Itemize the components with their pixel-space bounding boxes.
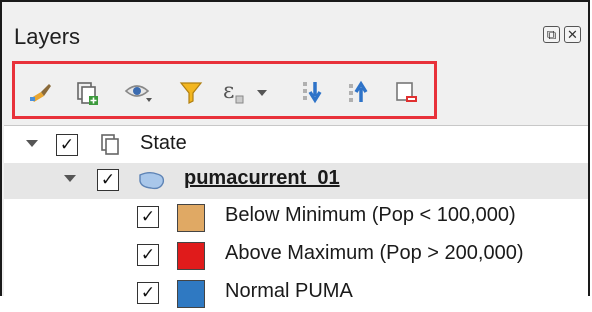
- legend-item-checkbox[interactable]: ✓: [137, 282, 159, 304]
- float-panel-button[interactable]: ⧉: [543, 26, 560, 43]
- layer-label: pumacurrent_01: [184, 167, 340, 189]
- expand-all-icon: [303, 82, 322, 104]
- legend-item-label: Normal PUMA: [225, 280, 353, 302]
- check-icon: ✓: [140, 245, 156, 264]
- style-manager-button[interactable]: [25, 76, 57, 108]
- add-group-button[interactable]: [71, 76, 103, 108]
- collapse-arrow-icon[interactable]: [26, 140, 38, 147]
- filter-expression-button[interactable]: ε: [219, 76, 279, 108]
- legend-item-checkbox[interactable]: ✓: [137, 206, 159, 228]
- layer-row[interactable]: ✓ pumacurrent_01: [4, 163, 588, 199]
- style-manager-icon: [30, 84, 51, 102]
- legend-item[interactable]: ✓ Normal PUMA: [4, 276, 588, 312]
- filter-expression-icon-text: ε: [223, 79, 234, 104]
- legend-item-label: Above Maximum (Pop > 200,000): [225, 242, 524, 264]
- legend-swatch: [177, 242, 205, 270]
- legend-item[interactable]: ✓ Above Maximum (Pop > 200,000): [4, 238, 588, 274]
- group-icon: [101, 134, 119, 155]
- close-panel-button[interactable]: ✕: [564, 26, 581, 43]
- legend-swatch: [177, 204, 205, 232]
- group-label: State: [140, 132, 187, 154]
- check-icon: ✓: [140, 207, 156, 226]
- layer-visibility-checkbox[interactable]: ✓: [97, 169, 119, 191]
- polygon-layer-icon: [139, 172, 165, 190]
- legend-item[interactable]: ✓ Below Minimum (Pop < 100,000): [4, 200, 588, 236]
- layers-panel: Layers ⧉ ✕ ε ✓ State ✓ pumacurrent_01 ✓ …: [0, 0, 590, 308]
- add-group-icon: [77, 82, 98, 105]
- panel-title: Layers: [14, 24, 81, 49]
- layer-tree: ✓ State ✓ pumacurrent_01 ✓ Below Minimum…: [4, 125, 588, 308]
- close-icon: ✕: [567, 26, 578, 42]
- collapse-arrow-icon[interactable]: [64, 175, 76, 182]
- filter-expression-icon: ε: [223, 79, 267, 104]
- legend-item-label: Below Minimum (Pop < 100,000): [225, 204, 516, 226]
- manage-visibility-button[interactable]: [123, 76, 155, 108]
- layer-group-row[interactable]: ✓ State: [4, 128, 588, 164]
- float-icon: ⧉: [546, 26, 557, 42]
- remove-layer-icon: [396, 82, 417, 102]
- check-icon: ✓: [140, 283, 156, 302]
- check-icon: ✓: [59, 135, 75, 154]
- remove-layer-button[interactable]: [390, 76, 422, 108]
- legend-swatch: [177, 280, 205, 308]
- collapse-all-icon: [349, 80, 368, 102]
- expand-all-button[interactable]: [297, 76, 329, 108]
- collapse-all-button[interactable]: [343, 76, 375, 108]
- manage-visibility-icon: [124, 85, 152, 102]
- filter-legend-icon: [179, 82, 203, 104]
- layers-toolbar: ε: [12, 61, 437, 119]
- legend-item-checkbox[interactable]: ✓: [137, 244, 159, 266]
- filter-legend-button[interactable]: [175, 76, 207, 108]
- check-icon: ✓: [100, 170, 116, 189]
- group-visibility-checkbox[interactable]: ✓: [56, 134, 78, 156]
